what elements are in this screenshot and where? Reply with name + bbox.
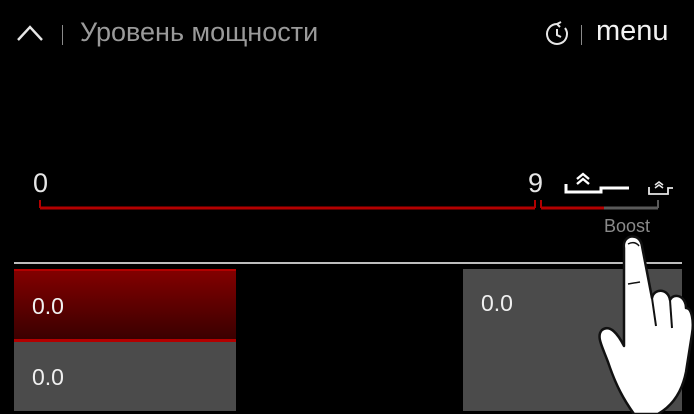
menu-button[interactable]: menu [596, 15, 669, 48]
cooking-zone-bottom-left[interactable]: 0.0 [14, 339, 236, 411]
page-title: Уровень мощности [80, 17, 319, 47]
chevron-up-icon[interactable] [16, 22, 44, 44]
header-separator [62, 25, 63, 45]
section-divider [14, 262, 682, 264]
power-level-slider[interactable] [0, 190, 694, 220]
zone-power-value: 0.0 [32, 364, 64, 390]
touch-hand-icon [598, 235, 694, 414]
header-bar: Уровень мощности menu [0, 0, 694, 64]
zone-power-value: 0.0 [32, 293, 64, 319]
zone-power-value: 0.0 [481, 290, 513, 316]
cooking-zone-top-left[interactable]: 0.0 [14, 269, 236, 339]
timer-icon[interactable] [544, 21, 570, 47]
header-separator [581, 25, 582, 45]
